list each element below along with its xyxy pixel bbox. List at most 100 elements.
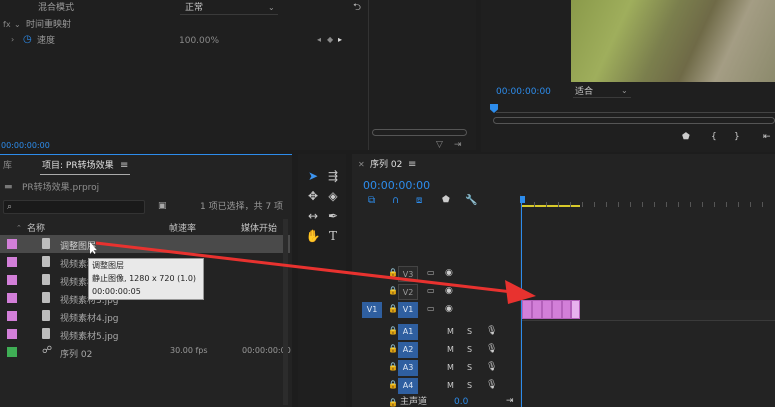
timeline-timecode[interactable]: 00:00:00:00 — [363, 180, 430, 191]
track-select-tool-icon[interactable]: ⇶ — [325, 168, 341, 184]
mark-in-icon[interactable]: { — [711, 133, 717, 142]
export-icon[interactable]: ⇥ — [454, 141, 462, 150]
source-patch-v1[interactable]: V1 — [362, 302, 382, 318]
mic-icon[interactable]: 🎙 — [486, 381, 497, 390]
mic-icon[interactable]: 🎙 — [486, 363, 497, 372]
timeline-clip[interactable] — [532, 300, 542, 319]
close-icon[interactable]: ✕ — [358, 161, 365, 169]
mute-button[interactable]: M — [447, 364, 454, 372]
time-remap-label: 时间重映射 — [26, 20, 72, 30]
ripple-edit-tool-icon[interactable]: ✥ — [305, 188, 321, 204]
timeline-clip[interactable] — [522, 300, 532, 319]
reset-icon[interactable]: ⮌ — [353, 3, 361, 13]
stopwatch-icon[interactable]: ◷ — [23, 35, 32, 45]
master-volume[interactable]: 0.0 — [454, 398, 468, 407]
work-area-bar[interactable] — [522, 205, 580, 207]
add-keyframe-icon[interactable]: ◆ — [327, 36, 333, 44]
list-item[interactable]: 调整图层 — [0, 235, 290, 253]
mute-button[interactable]: M — [447, 382, 454, 390]
timeline-clip[interactable] — [562, 300, 571, 319]
lock-icon[interactable]: 🔒 — [388, 305, 398, 313]
track-a2[interactable]: A2 — [398, 342, 418, 358]
label-swatch — [7, 239, 17, 249]
linked-selection-icon[interactable]: ⧈ — [416, 196, 422, 206]
film-icon[interactable]: ▭ — [427, 305, 435, 313]
mic-icon[interactable]: 🎙 — [486, 345, 497, 354]
solo-button[interactable]: S — [467, 346, 472, 354]
solo-button[interactable]: S — [467, 382, 472, 390]
solo-button[interactable]: S — [467, 364, 472, 372]
track-v2[interactable]: V2 — [398, 284, 418, 300]
razor-tool-icon[interactable]: ◈ — [325, 188, 341, 204]
panel-scrollbar[interactable] — [283, 219, 288, 405]
filter-icon[interactable]: ▽ — [436, 141, 443, 150]
speed-value[interactable]: 100.00% — [179, 37, 219, 46]
wrench-icon[interactable]: 🔧 — [465, 196, 477, 206]
program-timecode[interactable]: 00:00:00:00 — [496, 88, 551, 97]
slip-tool-icon[interactable]: ↔ — [305, 208, 321, 224]
timeline-clip[interactable] — [542, 300, 552, 319]
ruler-tick — [678, 202, 679, 207]
blend-mode-dropdown[interactable]: 正常 ⌄ — [180, 2, 278, 15]
add-marker-icon[interactable]: ⬟ — [442, 196, 450, 205]
expand-arrow-icon[interactable]: › — [11, 36, 14, 44]
mute-button[interactable]: M — [447, 346, 454, 354]
go-to-end-icon[interactable]: ⇥ — [506, 397, 514, 406]
project-tab[interactable]: 项目: PR转场效果 — [42, 162, 114, 171]
hand-tool-icon[interactable]: ✋ — [305, 228, 321, 244]
pen-tool-icon[interactable]: ✒ — [325, 208, 341, 224]
mute-button[interactable]: M — [447, 328, 454, 336]
type-tool-icon[interactable]: T — [325, 228, 341, 244]
go-to-in-icon[interactable]: ⇤ — [763, 133, 771, 142]
eye-icon[interactable]: ◉ — [445, 305, 453, 314]
list-item[interactable]: ☍ 序列 02 30.00 fps 00:00:00:00 — [0, 343, 291, 361]
track-v1[interactable]: V1 — [398, 302, 418, 318]
library-tab[interactable]: 库 — [3, 162, 12, 171]
solo-button[interactable]: S — [467, 328, 472, 336]
new-bin-icon[interactable]: ▣ — [158, 202, 167, 211]
track-a3[interactable]: A3 — [398, 360, 418, 376]
track-v3[interactable]: V3 — [398, 266, 418, 282]
eye-icon[interactable]: ◉ — [445, 287, 453, 296]
zoom-scrollbar[interactable] — [493, 117, 775, 124]
program-ruler[interactable] — [496, 112, 775, 113]
film-icon[interactable]: ▭ — [427, 269, 435, 277]
panel-menu-icon[interactable]: ≡ — [120, 161, 128, 171]
panel-menu-icon[interactable]: ≡ — [408, 160, 416, 170]
col-media-start-header[interactable]: 媒体开始 — [241, 225, 277, 234]
search-input[interactable]: ⌕ — [3, 200, 145, 214]
ec-timecode[interactable]: 00:00:00:00 — [1, 142, 50, 150]
lock-icon[interactable]: 🔒 — [388, 363, 398, 371]
lock-icon[interactable]: 🔒 — [388, 269, 398, 277]
expand-arrow-icon[interactable]: ⌄ — [14, 21, 21, 29]
mark-out-icon[interactable]: } — [734, 133, 740, 142]
track-a1[interactable]: A1 — [398, 324, 418, 340]
track-a4[interactable]: A4 — [398, 378, 418, 394]
col-fps-header[interactable]: 帧速率 — [169, 225, 196, 234]
prev-keyframe-icon[interactable]: ◂ — [317, 36, 321, 44]
selection-tool-icon[interactable]: ➤ — [305, 168, 321, 184]
sort-arrow-icon[interactable]: ⌃ — [16, 225, 22, 232]
timeline-clip[interactable] — [552, 300, 562, 319]
film-icon[interactable]: ▭ — [427, 287, 435, 295]
lock-icon[interactable]: 🔒 — [388, 399, 398, 407]
snap-icon[interactable]: ∩ — [392, 196, 399, 206]
list-item[interactable]: 视频素材4.jpg — [0, 307, 290, 325]
timeline-clip[interactable] — [571, 300, 580, 319]
mic-icon[interactable]: 🎙 — [486, 327, 497, 336]
col-name-header[interactable]: 名称 — [27, 225, 45, 234]
nest-icon[interactable]: ⧉ — [368, 196, 375, 206]
sequence-tab[interactable]: 序列 02 — [370, 161, 402, 170]
lock-icon[interactable]: 🔒 — [388, 287, 398, 295]
fx-icon[interactable]: fx — [3, 21, 11, 29]
fit-dropdown[interactable]: 适合 ⌄ — [573, 86, 631, 98]
lock-icon[interactable]: 🔒 — [388, 345, 398, 353]
marker-icon[interactable]: ⬟ — [682, 133, 690, 142]
lock-icon[interactable]: 🔒 — [388, 327, 398, 335]
eye-icon[interactable]: ◉ — [445, 269, 453, 278]
ruler-tick — [750, 202, 751, 207]
list-item[interactable]: 视频素材5.jpg — [0, 325, 290, 343]
next-keyframe-icon[interactable]: ▸ — [338, 36, 342, 44]
lock-icon[interactable]: 🔒 — [388, 381, 398, 389]
ec-scrollbar[interactable] — [372, 129, 467, 136]
